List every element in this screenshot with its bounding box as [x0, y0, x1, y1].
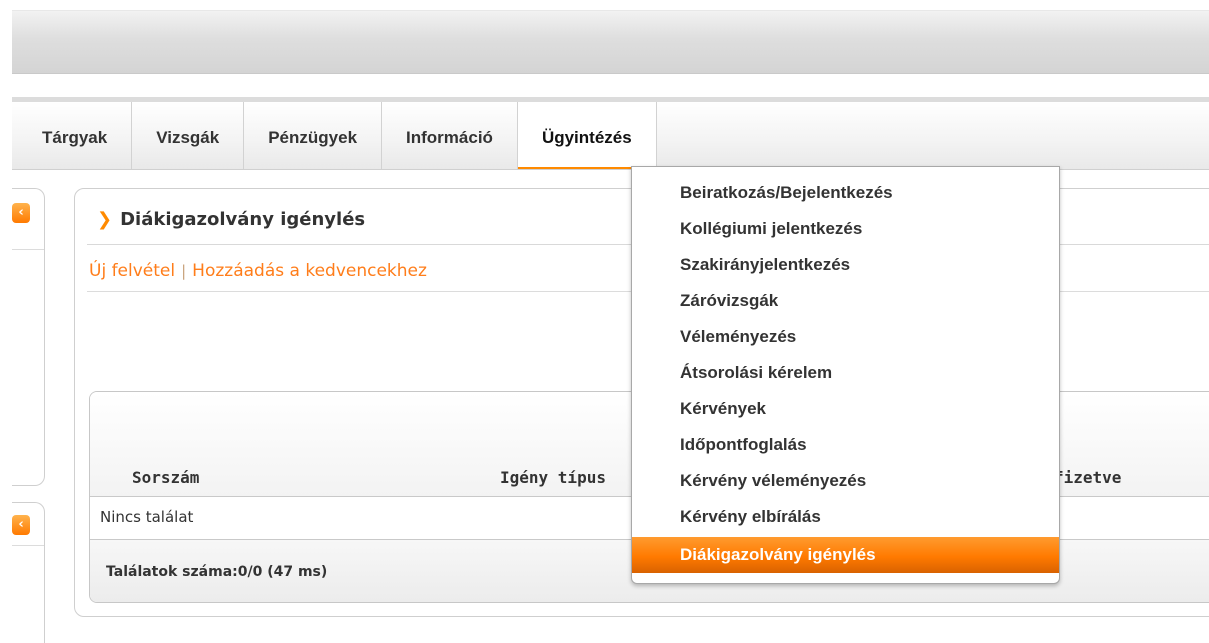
menu-item-kervenyek[interactable]: Kérvények — [632, 391, 1059, 427]
page-title-text: Diákigazolvány igénylés — [120, 209, 366, 230]
empty-result-text: Nincs találat — [100, 508, 194, 526]
nav-tab-ugyintezes[interactable]: Ügyintézés — [517, 102, 657, 169]
left-panel-bottom: ‹ — [12, 502, 45, 643]
menu-item-kollegiumi-jelentkezes[interactable]: Kollégiumi jelentkezés — [632, 211, 1059, 247]
page-title: ❯ Diákigazolvány igénylés — [97, 209, 365, 230]
main-nav-bar: Tárgyak Vizsgák Pénzügyek Információ Ügy… — [12, 97, 1209, 170]
menu-item-beiratkozas[interactable]: Beiratkozás/Bejelentkezés — [632, 175, 1059, 211]
column-header-fizetve[interactable]: fizetve — [1054, 468, 1121, 487]
divider — [12, 545, 44, 546]
column-header-sorszam[interactable]: Sorszám — [132, 468, 199, 487]
menu-item-kerveny-elbiralas[interactable]: Kérvény elbírálás — [632, 499, 1059, 535]
menu-item-velemenyezes[interactable]: Véleményezés — [632, 319, 1059, 355]
menu-item-zarovizsgak[interactable]: Záróvizsgák — [632, 283, 1059, 319]
menu-item-diakigazolvany-igenyles[interactable]: Diákigazolvány igénylés — [632, 537, 1059, 573]
link-separator: | — [181, 262, 187, 280]
nav-tab-targyak[interactable]: Tárgyak — [12, 102, 133, 169]
header-band — [12, 10, 1209, 74]
nav-tab-informacio[interactable]: Információ — [382, 102, 518, 169]
menu-item-atsorolasi-kerelem[interactable]: Átsorolási kérelem — [632, 355, 1059, 391]
collapse-icon[interactable]: ‹ — [12, 203, 30, 223]
menu-item-szakiranyjelentkezes[interactable]: Szakirányjelentkezés — [632, 247, 1059, 283]
menu-item-kerveny-velemenyezes[interactable]: Kérvény véleményezés — [632, 463, 1059, 499]
divider — [12, 249, 44, 250]
new-record-link[interactable]: Új felvétel — [89, 261, 175, 281]
chevron-right-icon: ❯ — [97, 209, 113, 230]
result-count: Találatok száma:0/0 (47 ms) — [106, 564, 328, 580]
add-favorite-link[interactable]: Hozzáadás a kedvencekhez — [192, 261, 427, 281]
ugyintezes-dropdown-menu: Beiratkozás/Bejelentkezés Kollégiumi jel… — [631, 166, 1060, 584]
column-header-igeny-tipus[interactable]: Igény típus — [500, 468, 606, 487]
left-panel-top: ‹ — [12, 188, 45, 486]
nav-tab-penzugyek[interactable]: Pénzügyek — [244, 102, 383, 169]
action-links: Új felvétel | Hozzáadás a kedvencekhez — [89, 261, 427, 281]
collapse-icon[interactable]: ‹ — [12, 515, 30, 535]
menu-item-idopontfoglalas[interactable]: Időpontfoglalás — [632, 427, 1059, 463]
nav-tab-vizsgak[interactable]: Vizsgák — [132, 102, 245, 169]
